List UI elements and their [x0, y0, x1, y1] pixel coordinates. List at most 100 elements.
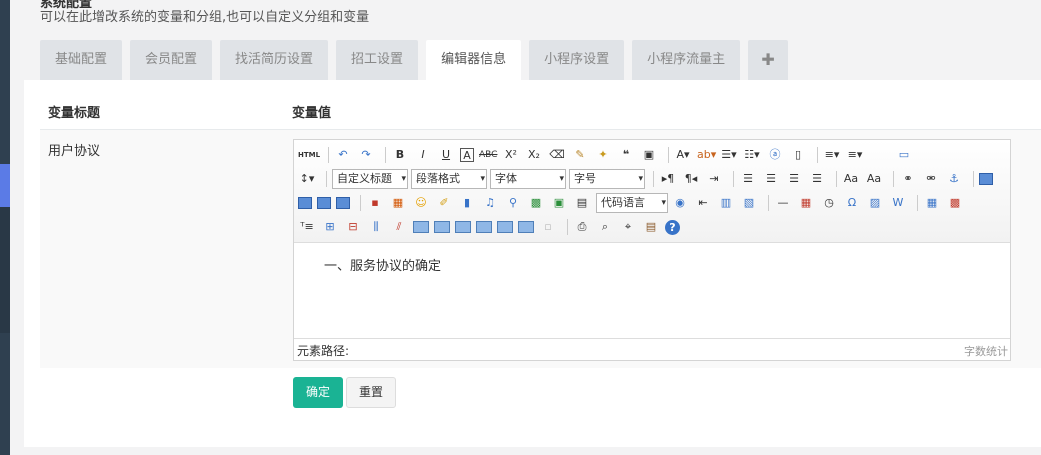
blockquote-icon[interactable]: ❝ — [617, 146, 635, 164]
image-none-icon[interactable] — [979, 173, 993, 185]
insert-row-icon[interactable]: ⊞ — [321, 218, 339, 236]
emotion-icon[interactable]: ☺ — [412, 194, 430, 212]
link-icon[interactable]: ⚭ — [899, 170, 917, 188]
horizontal-rule-icon[interactable]: — — [774, 194, 792, 212]
underline-icon[interactable]: U — [437, 146, 455, 164]
uppercase-icon[interactable]: Aa — [842, 170, 860, 188]
insert-video-icon[interactable]: ▮ — [458, 194, 476, 212]
tab-traffic[interactable]: 小程序流量主 — [632, 40, 741, 80]
add-tab-button[interactable]: ✚ — [748, 40, 789, 80]
multi-image-icon[interactable]: ▦ — [389, 194, 407, 212]
font-family-select[interactable]: 字体 — [490, 169, 566, 189]
template-icon[interactable]: ▥ — [717, 194, 735, 212]
format-brush-icon[interactable]: ✎ — [571, 146, 589, 164]
preview-search-icon[interactable]: ⌕ — [596, 218, 614, 236]
map-icon[interactable]: ▩ — [527, 194, 545, 212]
merge-right-icon[interactable] — [434, 221, 450, 233]
special-chars-icon[interactable]: Ω — [843, 194, 861, 212]
split-rows-icon[interactable] — [497, 221, 513, 233]
editor-content[interactable]: 一、服务协议的确定 — [324, 255, 441, 274]
paragraph-format-select[interactable]: 段落格式 — [411, 169, 487, 189]
attachment-icon[interactable]: ⚲ — [504, 194, 522, 212]
code-language-select[interactable]: 代码语言 — [596, 193, 668, 213]
auto-format-icon[interactable]: ✦ — [594, 146, 612, 164]
custom-title-select[interactable]: 自定义标题 — [332, 169, 408, 189]
print-icon[interactable]: ⎙ — [573, 218, 591, 236]
time-icon[interactable]: ◷ — [820, 194, 838, 212]
row-spacing-bottom-icon[interactable]: ≡▾ — [846, 146, 864, 164]
align-center-icon[interactable]: ☰ — [762, 170, 780, 188]
tab-editor[interactable]: 编辑器信息 — [426, 40, 522, 80]
rtl-icon[interactable]: ¶◂ — [682, 170, 700, 188]
highlight-color-icon[interactable]: ab▾ — [697, 146, 716, 164]
anchor-icon[interactable]: ⚓ — [945, 170, 963, 188]
eraser-icon[interactable]: ⌫ — [548, 146, 566, 164]
image-left-icon[interactable] — [298, 197, 312, 209]
rich-text-editor: HTML ↶ ↷ B I U A ABC X² X₂ ⌫ ✎ ✦ ❝ ▣ A▾ … — [293, 139, 1011, 361]
line-height-icon[interactable]: ↕▾ — [298, 170, 316, 188]
ordered-list-icon[interactable]: ☰▾ — [720, 146, 738, 164]
select-all-icon[interactable]: ⓐ — [766, 146, 784, 164]
split-cols-icon[interactable] — [518, 221, 534, 233]
frame-icon[interactable]: ▤ — [573, 194, 591, 212]
unordered-list-icon[interactable]: ☷▾ — [743, 146, 761, 164]
font-size-select[interactable]: 字号 — [569, 169, 645, 189]
tab-recruit[interactable]: 招工设置 — [336, 40, 419, 80]
insert-table-icon[interactable]: ▦ — [923, 194, 941, 212]
lowercase-icon[interactable]: Aa — [865, 170, 883, 188]
ltr-icon[interactable]: ▸¶ — [659, 170, 677, 188]
music-icon[interactable]: ♫ — [481, 194, 499, 212]
clear-doc-icon[interactable]: ▯ — [789, 146, 807, 164]
align-justify-icon[interactable]: ☰ — [808, 170, 826, 188]
paste-plain-icon[interactable]: ▣ — [640, 146, 658, 164]
google-map-icon[interactable]: ▣ — [550, 194, 568, 212]
header-area: 系统配置 可以在此增改系统的变量和分组,也可以自定义分组和变量 基础配置 会员配… — [24, 0, 1041, 80]
unlink-icon[interactable]: ⚮ — [922, 170, 940, 188]
date-icon[interactable]: ▦ — [797, 194, 815, 212]
indent-icon[interactable]: ⇥ — [705, 170, 723, 188]
font-color-icon[interactable]: A▾ — [674, 146, 692, 164]
html-source-icon[interactable]: HTML — [298, 146, 320, 164]
strikethrough-icon[interactable]: ABC — [479, 146, 497, 164]
help-icon[interactable]: ? — [665, 219, 680, 235]
search-replace-icon[interactable]: ▧ — [740, 194, 758, 212]
subscript-icon[interactable]: X₂ — [525, 146, 543, 164]
chart-icon[interactable]: ▫ — [539, 218, 557, 236]
toolbar-separator — [328, 147, 329, 163]
image-right-icon[interactable] — [317, 197, 331, 209]
find-icon[interactable]: ⌖ — [619, 218, 637, 236]
bold-icon[interactable]: B — [391, 146, 409, 164]
image-center-icon[interactable] — [336, 197, 350, 209]
insert-image-icon[interactable]: ▪ — [366, 194, 384, 212]
confirm-button[interactable]: 确定 — [293, 377, 343, 408]
font-border-icon[interactable]: A — [460, 148, 474, 162]
merge-down-icon[interactable] — [455, 221, 471, 233]
align-left-icon[interactable]: ☰ — [739, 170, 757, 188]
tab-resume[interactable]: 找活简历设置 — [220, 40, 329, 80]
italic-icon[interactable]: I — [414, 146, 432, 164]
delete-table-icon[interactable]: ▩ — [946, 194, 964, 212]
tab-member[interactable]: 会员配置 — [130, 40, 213, 80]
row-spacing-top-icon[interactable]: ≡▾ — [823, 146, 841, 164]
delete-row-icon[interactable]: ⊟ — [344, 218, 362, 236]
insert-col-icon[interactable]: ⫼ — [367, 218, 385, 236]
delete-col-icon[interactable]: ⫽ — [390, 218, 408, 236]
background-icon[interactable]: ⇤ — [694, 194, 712, 212]
redo-icon[interactable]: ↷ — [357, 146, 375, 164]
tab-basic[interactable]: 基础配置 — [40, 40, 123, 80]
insert-caption-icon[interactable]: ᵀ≡ — [298, 218, 316, 236]
wordimage-icon[interactable]: ▨ — [866, 194, 884, 212]
preview-icon[interactable]: ▭ — [895, 146, 913, 164]
tab-miniprogram[interactable]: 小程序设置 — [529, 40, 625, 80]
toolbar-separator — [973, 171, 974, 187]
scrawl-icon[interactable]: ✐ — [435, 194, 453, 212]
superscript-icon[interactable]: X² — [502, 146, 520, 164]
merge-cells-icon[interactable] — [413, 221, 429, 233]
undo-icon[interactable]: ↶ — [334, 146, 352, 164]
align-right-icon[interactable]: ☰ — [785, 170, 803, 188]
word-import-icon[interactable]: W — [889, 194, 907, 212]
page-break-icon[interactable]: ◉ — [671, 194, 689, 212]
reset-button[interactable]: 重置 — [346, 377, 396, 408]
draft-icon[interactable]: ▤ — [642, 218, 660, 236]
split-cells-icon[interactable] — [476, 221, 492, 233]
